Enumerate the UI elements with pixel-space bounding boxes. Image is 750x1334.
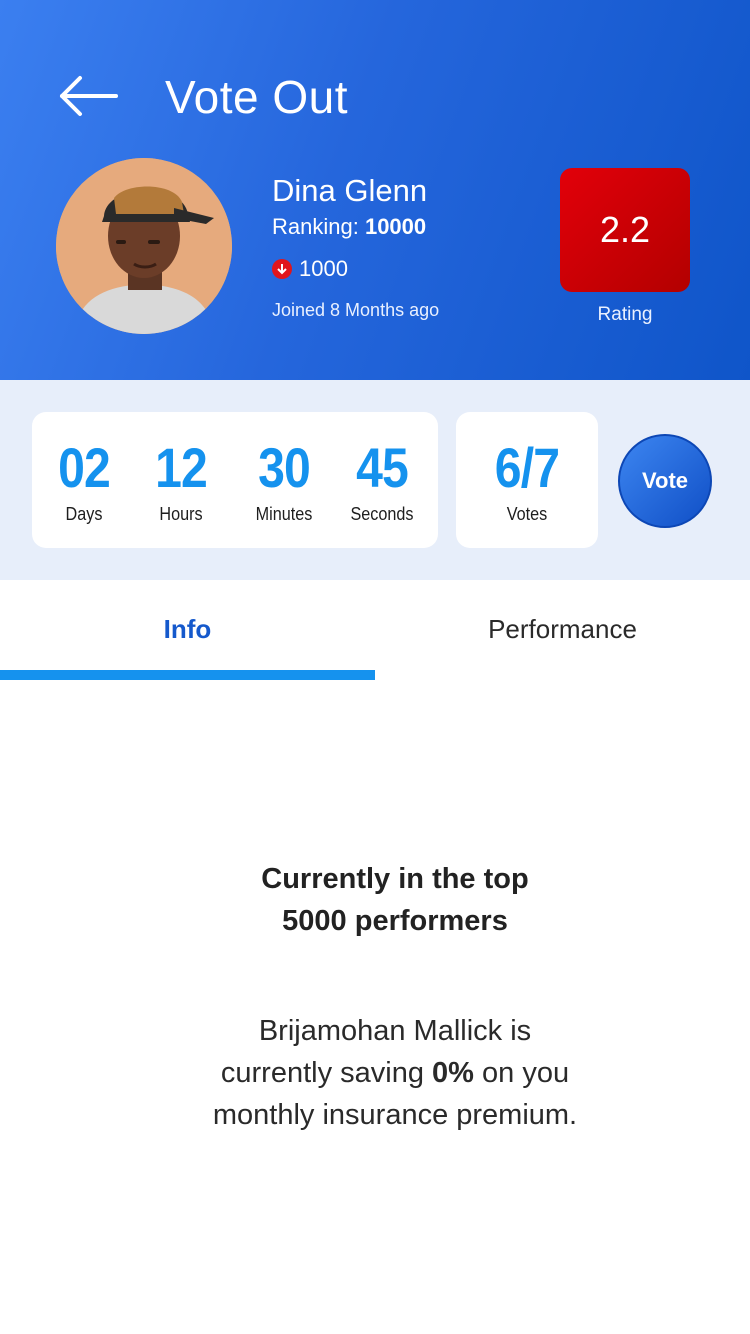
- savings-line-3: monthly insurance premium.: [212, 1099, 578, 1131]
- ranking-value: 10000: [364, 214, 427, 239]
- profile-coins: 1000: [272, 256, 348, 282]
- countdown-minutes: 30 Minutes: [240, 440, 328, 525]
- headline-line-1: Currently in the top: [261, 863, 529, 895]
- profile-ranking: Ranking: 10000: [272, 214, 426, 240]
- votes-label: Votes: [506, 504, 548, 524]
- rating-badge: 2.2: [560, 168, 690, 292]
- hours-value: 12: [155, 436, 208, 499]
- headline-line-2: 5000 performers: [282, 905, 508, 937]
- vote-button[interactable]: Vote: [618, 434, 712, 528]
- info-panel: Currently in the top 5000 performers Bri…: [0, 680, 750, 1334]
- savings-pre: currently saving: [220, 1057, 433, 1089]
- savings-text: Brijamohan Mallick is currently saving 0…: [140, 1010, 650, 1136]
- arrow-down-circle-icon: [272, 259, 292, 279]
- tab-bar: Info Performance: [0, 580, 750, 680]
- ranking-label: Ranking:: [272, 214, 365, 239]
- performance-headline: Currently in the top 5000 performers: [160, 858, 630, 942]
- coins-value: 1000: [299, 256, 348, 281]
- tab-info[interactable]: Info: [0, 614, 375, 645]
- votes-card: 6/7 Votes: [456, 412, 598, 548]
- savings-line-1: Brijamohan Mallick is: [258, 1015, 532, 1047]
- arrow-left-icon: [60, 76, 118, 116]
- stats-strip: 02 Days 12 Hours 30 Minutes 45 Seconds 6…: [0, 380, 750, 580]
- savings-line-2: currently saving 0% on you: [140, 1052, 650, 1094]
- minutes-value: 30: [258, 436, 311, 499]
- joined-date: Joined 8 Months ago: [272, 300, 440, 320]
- countdown-hours: 12 Hours: [140, 440, 222, 525]
- page-title: Vote Out: [165, 71, 349, 123]
- savings-percent: 0%: [432, 1057, 474, 1089]
- minutes-label: Minutes: [255, 504, 313, 524]
- countdown-seconds: 45 Seconds: [338, 440, 426, 525]
- tab-performance[interactable]: Performance: [375, 614, 750, 645]
- avatar-image: [56, 158, 232, 334]
- back-button[interactable]: [56, 72, 120, 120]
- savings-post: on you: [473, 1057, 570, 1089]
- seconds-value: 45: [356, 436, 409, 499]
- votes-value: 6/7: [494, 436, 560, 499]
- countdown-card: 02 Days 12 Hours 30 Minutes 45 Seconds: [32, 412, 438, 548]
- rating-label: Rating: [597, 304, 653, 325]
- profile-header: Vote Out Dina Glenn Ranking: 10000 1000 …: [0, 0, 750, 380]
- days-label: Days: [65, 504, 103, 524]
- days-value: 02: [58, 436, 111, 499]
- active-tab-indicator: [0, 670, 375, 680]
- hours-label: Hours: [159, 504, 203, 524]
- profile-name: Dina Glenn: [272, 173, 428, 208]
- seconds-label: Seconds: [350, 504, 414, 524]
- countdown-days: 02 Days: [46, 440, 122, 525]
- avatar: [56, 158, 232, 334]
- vote-out-screen: Vote Out Dina Glenn Ranking: 10000 1000 …: [0, 0, 750, 1334]
